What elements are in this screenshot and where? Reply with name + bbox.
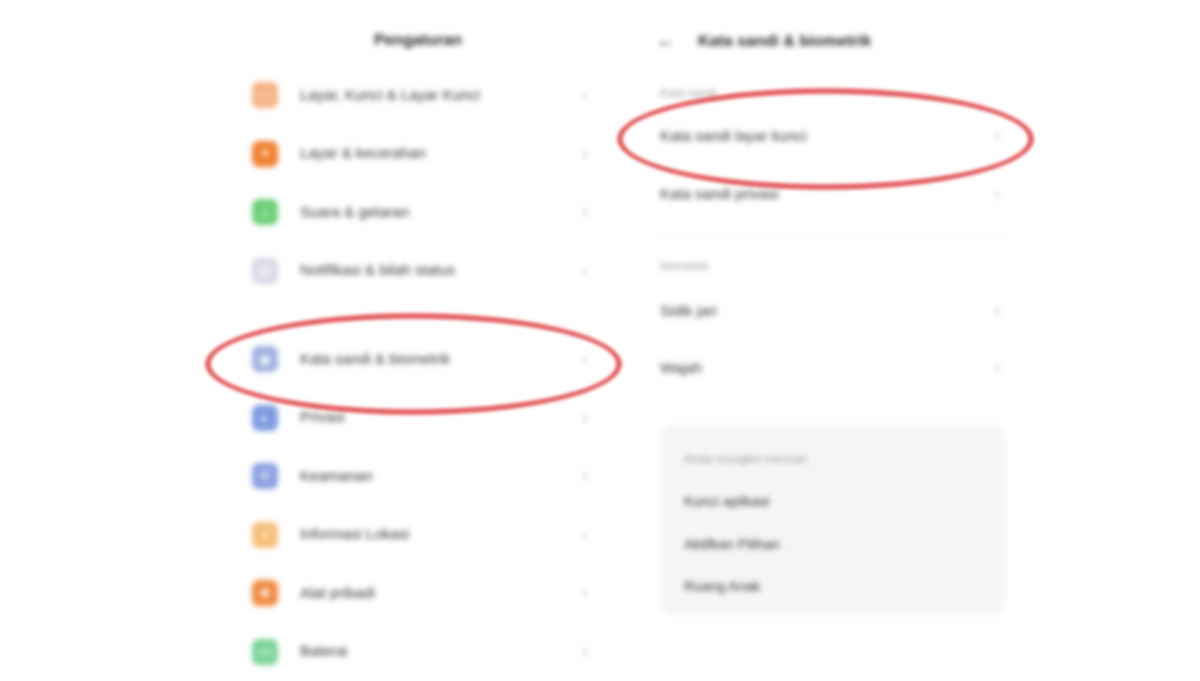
suggestion-link[interactable]: Ruang Anak (684, 578, 760, 594)
menu-item-personal-tools[interactable]: ✚ Alat pribadi › (240, 564, 600, 623)
settings-screen: Pengaturan ▢ Layar, Kunci & Layar Kunci … (0, 0, 1200, 675)
row-face[interactable]: Wajah › (660, 346, 1005, 390)
chevron-right-icon: › (582, 143, 588, 164)
security-icon: ⛨ (252, 463, 278, 489)
chevron-right-icon: › (582, 260, 588, 281)
menu-item-sound[interactable]: ♪ Suara & getaran › (240, 183, 600, 242)
menu-item-label: Suara & getaran (300, 204, 409, 221)
privacy-icon: ◐ (252, 405, 278, 431)
menu-item-label: Baterai (300, 643, 348, 660)
menu-item-label: Privasi (300, 409, 345, 426)
tools-icon: ✚ (252, 580, 278, 606)
sound-icon: ♪ (252, 199, 278, 225)
row-fingerprint[interactable]: Sidik jari › (660, 289, 1005, 333)
menu-item-display[interactable]: ☀ Layar & kecerahan › (240, 125, 600, 184)
menu-item-label: Layar & kecerahan (300, 145, 426, 162)
row-label: Sidik jari (660, 303, 717, 320)
menu-item-lock-screen[interactable]: ▢ Layar, Kunci & Layar Kunci › (240, 66, 600, 125)
right-page-title: Kata sandi & biometrik (698, 33, 871, 51)
row-label: Kata sandi privasi (660, 186, 778, 203)
menu-item-security[interactable]: ⛨ Keamanan › (240, 447, 600, 506)
chevron-right-icon: › (994, 358, 1000, 379)
suggestions-card: Anda mungkin mencari Kunci aplikasi Akti… (660, 425, 1005, 615)
menu-item-location[interactable]: ⌖ Informasi Lokasi › (240, 506, 600, 565)
chevron-right-icon: › (582, 641, 588, 662)
menu-item-label: Keamanan (300, 468, 373, 485)
chevron-right-icon: › (582, 202, 588, 223)
menu-item-label: Alat pribadi (300, 585, 375, 602)
suggestions-title: Anda mungkin mencari (684, 452, 807, 466)
suggestion-link[interactable]: Kunci aplikasi (684, 493, 770, 509)
notification-icon: ▤ (252, 258, 278, 284)
chevron-right-icon: › (582, 466, 588, 487)
battery-icon: ▭ (252, 639, 278, 665)
section-divider (660, 236, 1005, 237)
chevron-right-icon: › (582, 85, 588, 106)
lock-screen-icon: ▢ (252, 82, 278, 108)
back-arrow-icon[interactable]: ← (656, 30, 676, 53)
row-label: Wajah (660, 360, 702, 377)
menu-item-battery[interactable]: ▭ Baterai › (240, 623, 600, 681)
location-icon: ⌖ (252, 522, 278, 548)
chevron-right-icon: › (994, 301, 1000, 322)
suggestion-link[interactable]: Aktifkan Pilihan (684, 536, 780, 552)
chevron-right-icon: › (582, 583, 588, 604)
menu-item-label: Notifikasi & bilah status (300, 262, 455, 279)
highlight-ellipse-right (617, 88, 1034, 190)
chevron-right-icon: › (582, 524, 588, 545)
chevron-right-icon: › (582, 407, 588, 428)
section-label-biometrics: biometrik (660, 259, 709, 273)
brightness-icon: ☀ (252, 141, 278, 167)
menu-item-notifications[interactable]: ▤ Notifikasi & bilah status › (240, 242, 600, 301)
highlight-ellipse-left (205, 313, 622, 415)
chevron-right-icon: › (994, 184, 1000, 205)
menu-item-label: Informasi Lokasi (300, 526, 409, 543)
menu-item-label: Layar, Kunci & Layar Kunci (300, 87, 480, 104)
